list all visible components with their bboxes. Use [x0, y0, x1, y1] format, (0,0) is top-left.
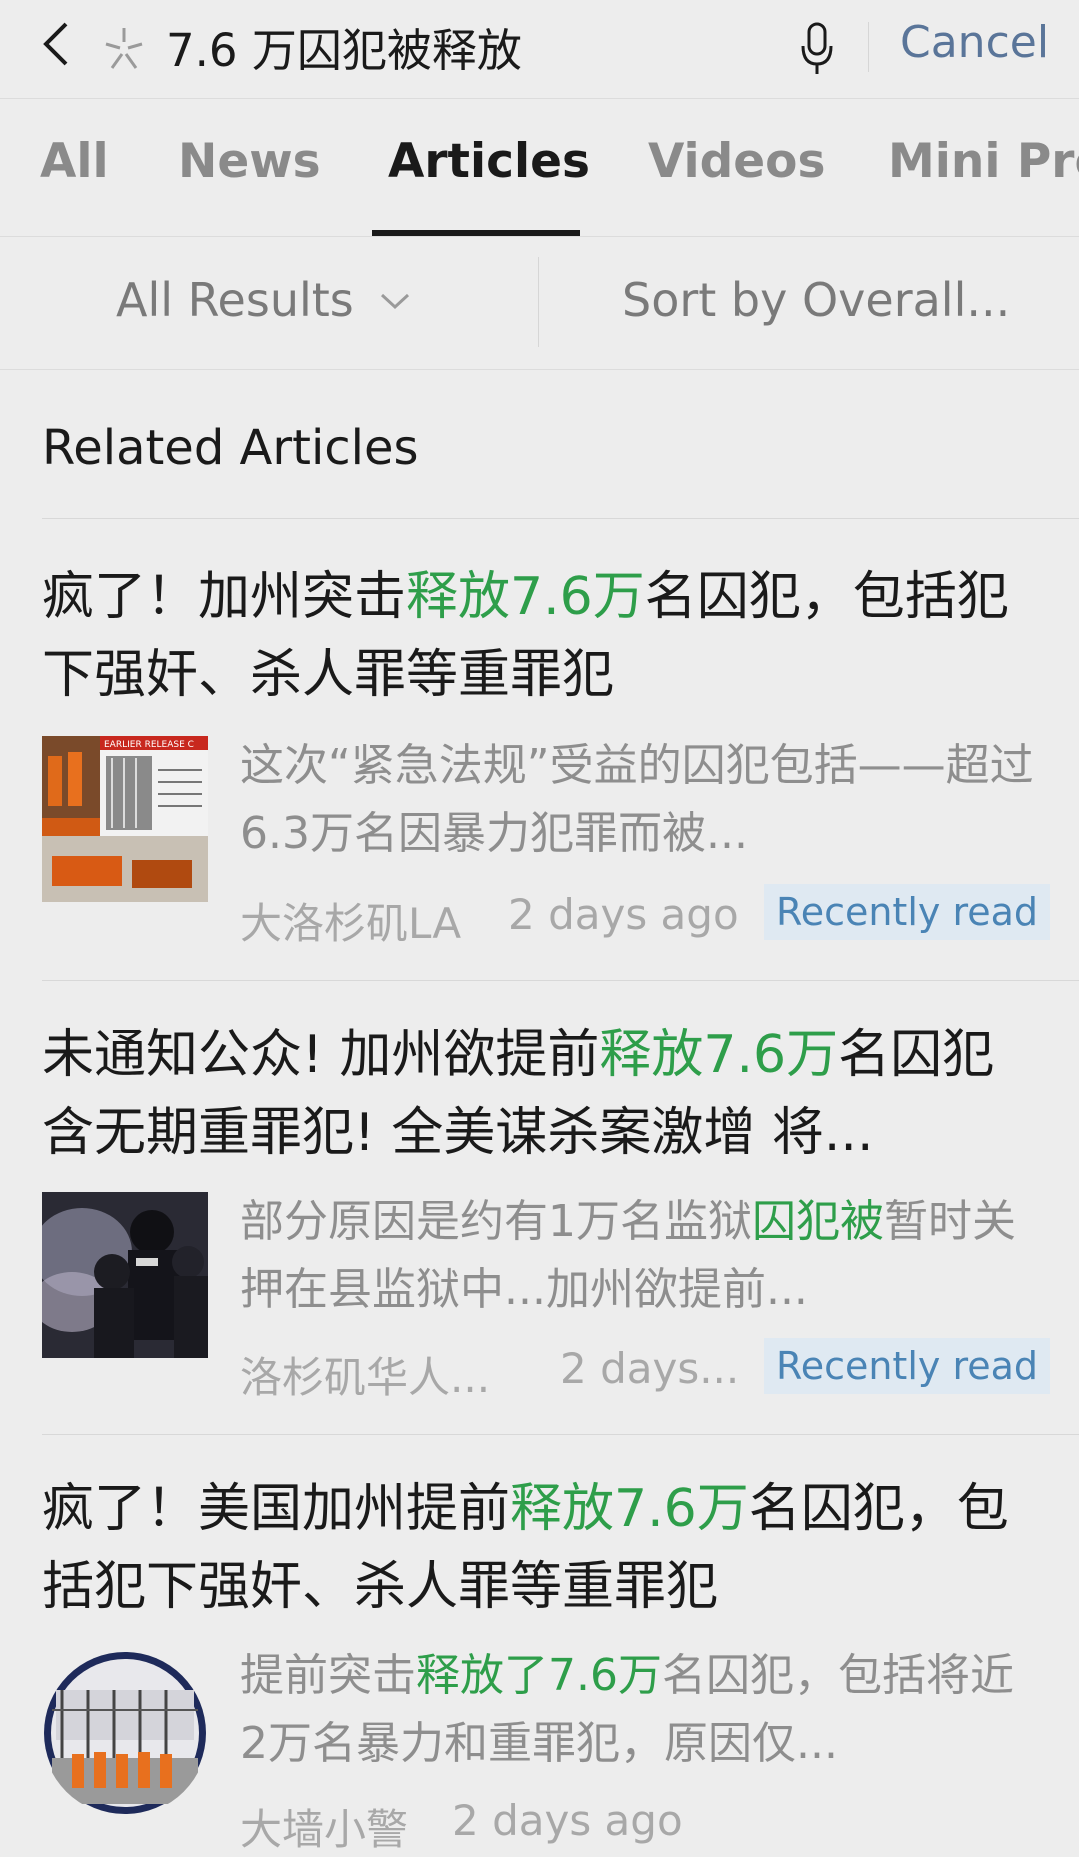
- section-title: Related Articles: [42, 420, 419, 476]
- snippet-text: 部分原因是约有1万名监狱: [240, 1196, 752, 1247]
- svg-text:EARLIER RELEASE C: EARLIER RELEASE C: [104, 740, 194, 750]
- divider: [42, 518, 1079, 519]
- search-sparkle-icon: [105, 28, 143, 69]
- article-thumbnail[interactable]: EARLIER RELEASE C: [42, 736, 208, 902]
- recently-read-badge: Recently read: [764, 1338, 1051, 1394]
- article-title[interactable]: 疯了！美国加州提前释放7.6万名囚犯，包括犯下强奸、杀人罪等重罪犯: [42, 1470, 1052, 1626]
- article-thumbnail[interactable]: [42, 1192, 208, 1358]
- article-title[interactable]: 未通知公众! 加州欲提前释放7.6万名囚犯 含无期重罪犯! 全美谋杀案激增 将.…: [42, 1016, 1052, 1172]
- snippet-text: 提前突击: [240, 1650, 416, 1701]
- article-title[interactable]: 疯了！加州突击释放7.6万名囚犯，包括犯下强奸、杀人罪等重罪犯: [42, 558, 1052, 714]
- title-highlight: 释放7.6万: [599, 1025, 839, 1085]
- article-snippet: 提前突击释放了7.6万名囚犯，包括将近2万名暴力和重罪犯，原因仅...: [240, 1642, 1040, 1778]
- divider: [42, 980, 1079, 981]
- title-highlight: 释放7.6万: [406, 567, 645, 627]
- chevron-down-icon[interactable]: [378, 289, 412, 313]
- microphone-icon[interactable]: [798, 18, 836, 78]
- cancel-button[interactable]: Cancel: [900, 17, 1049, 68]
- article-time: 2 days ago: [452, 1796, 683, 1845]
- sort-filter[interactable]: Sort by Overall...: [622, 273, 1010, 327]
- filter-divider: [538, 257, 539, 347]
- search-input[interactable]: 7.6 万囚犯被释放: [166, 14, 522, 79]
- title-text: 疯了！加州突击: [42, 567, 407, 627]
- article-source: 大墙小警: [240, 1805, 409, 1854]
- title-text: 未通知公众! 加州欲提前: [42, 1025, 600, 1085]
- title-highlight: 释放7.6万: [510, 1479, 749, 1539]
- snippet-highlight: 释放了7.6万: [416, 1650, 662, 1701]
- article-snippet: 部分原因是约有1万名监狱囚犯被暂时关押在县监狱中...加州欲提前...: [240, 1188, 1040, 1324]
- title-text: 疯了！美国加州提前: [42, 1479, 511, 1539]
- tab-bar: All News Articles Videos Mini Pro: [0, 98, 1079, 237]
- back-arrow-icon[interactable]: [36, 16, 76, 72]
- article-time: 2 days ago: [508, 890, 739, 939]
- search-divider: [868, 22, 869, 72]
- tab-videos[interactable]: Videos: [648, 134, 825, 189]
- active-tab-indicator: [372, 230, 580, 236]
- tab-mini-programs[interactable]: Mini Pro: [888, 134, 1079, 189]
- article-snippet: 这次“紧急法规”受益的囚犯包括——超过6.3万名因暴力犯罪而被...: [240, 732, 1040, 868]
- article-source: 洛杉矶华人...: [240, 1353, 491, 1402]
- tab-articles[interactable]: Articles: [388, 134, 590, 189]
- divider: [42, 1434, 1079, 1435]
- snippet-highlight: 囚犯被: [752, 1196, 884, 1247]
- filter-bar: All Results Sort by Overall...: [0, 237, 1079, 370]
- scope-filter[interactable]: All Results: [116, 273, 354, 327]
- tab-all[interactable]: All: [40, 134, 109, 189]
- tab-news[interactable]: News: [178, 134, 321, 189]
- snippet-text: 这次“紧急法规”受益的囚犯包括——超过6.3万名因暴力犯罪而被...: [240, 740, 1034, 859]
- article-time: 2 days...: [560, 1344, 740, 1393]
- article-source: 大洛杉矶LA: [240, 899, 462, 948]
- article-thumbnail[interactable]: [42, 1650, 208, 1816]
- recently-read-badge: Recently read: [764, 884, 1051, 940]
- search-bar: 7.6 万囚犯被释放 Cancel: [0, 0, 1079, 99]
